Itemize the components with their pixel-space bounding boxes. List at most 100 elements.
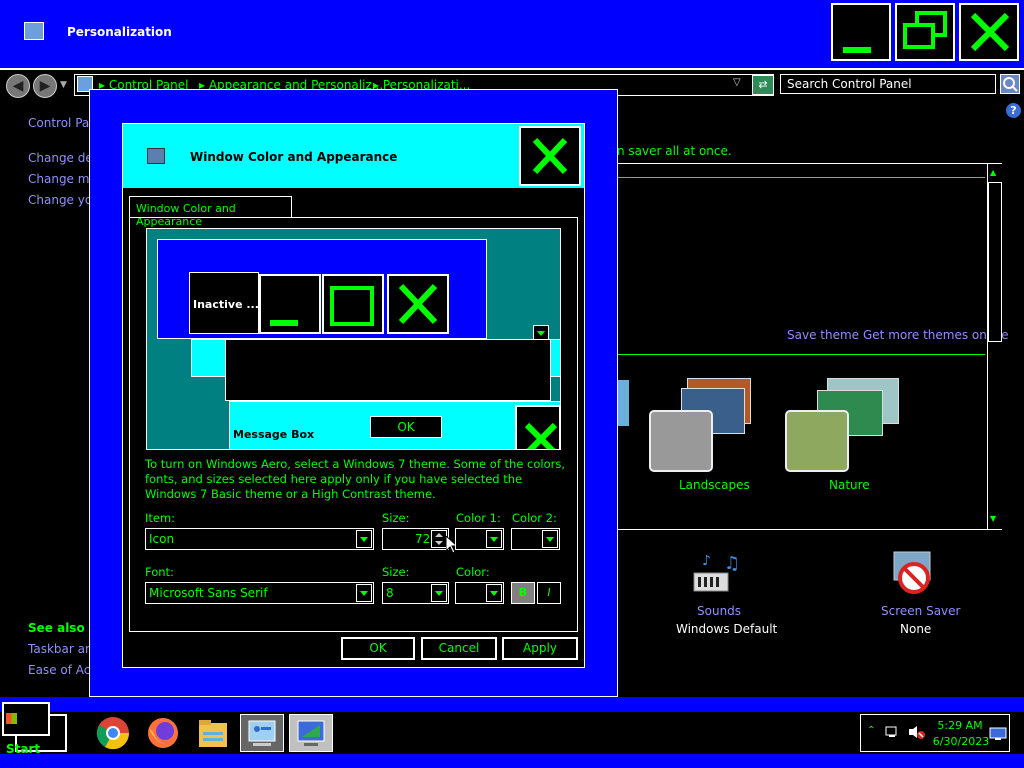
chrome-taskbar-icon[interactable] (91, 714, 135, 752)
item-select[interactable]: Icon (145, 528, 374, 550)
minimize-icon (270, 320, 298, 326)
personalization-app-icon (24, 22, 44, 40)
personalization-taskbar-icon[interactable] (289, 714, 333, 752)
address-dropdown-icon[interactable]: ▽ (733, 77, 741, 88)
recent-pages-chevron-icon[interactable]: ▼ (60, 80, 67, 90)
close-button[interactable] (959, 3, 1019, 61)
show-hidden-icons-chevron[interactable]: ⌃ (867, 725, 875, 736)
sounds-icon[interactable]: ♫ ♪ (690, 551, 742, 597)
sounds-link[interactable]: Sounds (697, 604, 741, 618)
divider (617, 354, 985, 355)
screen-saver-icon[interactable] (888, 550, 940, 600)
preview-ok-button: OK (370, 416, 442, 438)
preview-close-button (387, 274, 449, 334)
chevron-down-icon (542, 530, 558, 548)
preview-minimize-button (259, 274, 321, 334)
bold-toggle[interactable]: B (511, 582, 535, 604)
item-size-label: Size: (382, 511, 410, 525)
divider (617, 177, 985, 178)
chevron-down-icon (431, 584, 447, 602)
chevron-down-icon (486, 530, 502, 548)
tab-window-color-appearance[interactable]: Window Color and Appearance (129, 196, 292, 228)
apply-button[interactable]: Apply (502, 637, 578, 660)
refresh-button[interactable]: ⇄ (752, 75, 774, 95)
window-title: Personalization (67, 25, 172, 39)
dialog-close-button[interactable] (519, 126, 581, 186)
maximize-icon (330, 286, 374, 326)
dialog-title-bar: Window Color and Appearance (123, 124, 584, 188)
file-explorer-taskbar-icon[interactable] (191, 714, 235, 752)
system-tray: ⌃ 5:29 AM 6/30/2023 (860, 714, 1010, 752)
font-color-label: Color: (456, 565, 490, 579)
scroll-thumb[interactable] (988, 182, 1002, 342)
close-icon (398, 283, 438, 325)
ok-button[interactable]: OK (341, 637, 415, 660)
theme-thumbnail-partial (617, 380, 629, 426)
restore-icon (903, 11, 947, 49)
restore-button[interactable] (895, 3, 955, 61)
theme-landscapes[interactable] (645, 374, 765, 474)
clock-time[interactable]: 5:29 AM (933, 719, 987, 732)
spinner-arrows-icon[interactable] (431, 530, 447, 548)
clock-date[interactable]: 6/30/2023 (931, 735, 991, 748)
back-arrow-icon: ◀ (12, 78, 24, 94)
forward-button[interactable]: ▶ (33, 74, 57, 98)
preview-window-text-area (225, 339, 551, 401)
firefox-taskbar-icon[interactable] (141, 714, 185, 752)
intro-text: n saver all at once. (617, 144, 732, 158)
font-select[interactable]: Microsoft Sans Serif (145, 582, 374, 604)
aero-description: To turn on Windows Aero, select a Window… (145, 457, 566, 501)
svg-text:♫: ♫ (724, 553, 740, 574)
themes-list: Save theme Get more themes online Landsc… (616, 163, 1009, 530)
window-title-bar: Personalization (0, 0, 1024, 68)
themes-scrollbar[interactable]: ▲ ▼ (987, 164, 1002, 529)
font-color-picker[interactable] (455, 582, 504, 604)
scroll-up-icon[interactable]: ▲ (990, 168, 996, 177)
theme-name: Nature (829, 478, 870, 492)
back-button[interactable]: ◀ (6, 74, 30, 98)
windows-logo-icon (6, 713, 17, 724)
chevron-down-icon (486, 584, 502, 602)
save-theme-link[interactable]: Save theme (787, 328, 859, 342)
scroll-down-icon[interactable]: ▼ (990, 514, 996, 523)
show-desktop-icon[interactable] (989, 727, 1007, 741)
minimize-button[interactable] (831, 3, 891, 61)
svg-text:♪: ♪ (702, 553, 711, 569)
item-label: Item: (145, 511, 176, 525)
screen-saver-link[interactable]: Screen Saver (881, 604, 960, 618)
control-panel-taskbar-icon[interactable] (240, 714, 284, 752)
item-size-spinner[interactable]: 72 (382, 528, 449, 550)
see-also-heading: See also (28, 621, 85, 635)
dialog-app-icon (147, 148, 165, 164)
color2-picker[interactable] (511, 528, 560, 550)
color2-label: Color 2: (512, 511, 557, 525)
search-button[interactable] (1000, 74, 1020, 94)
color1-picker[interactable] (455, 528, 504, 550)
font-size-label: Size: (382, 565, 410, 579)
appearance-preview[interactable]: Inactive ... Message Box OK (146, 228, 561, 450)
theme-thumbnail (785, 410, 849, 472)
theme-name: Landscapes (679, 478, 750, 492)
color1-label: Color 1: (456, 511, 501, 525)
preview-message-close (515, 405, 560, 449)
refresh-icon: ⇄ (758, 78, 768, 91)
close-icon (970, 12, 1010, 52)
italic-toggle[interactable]: I (537, 582, 561, 604)
network-icon[interactable] (885, 725, 899, 739)
close-icon (532, 137, 568, 175)
theme-nature[interactable] (781, 374, 901, 474)
search-input[interactable]: Search Control Panel (780, 74, 996, 94)
close-icon (524, 422, 558, 449)
font-size-select[interactable]: 8 (382, 582, 449, 604)
theme-thumbnail (649, 410, 713, 472)
volume-muted-icon[interactable] (907, 724, 925, 740)
cancel-button[interactable]: Cancel (421, 637, 497, 660)
screen-saver-subtitle: None (900, 622, 932, 636)
chevron-down-icon (356, 584, 372, 602)
forward-arrow-icon: ▶ (39, 78, 51, 94)
preview-maximize-button (322, 274, 384, 334)
help-icon[interactable]: ? (1006, 103, 1021, 118)
chevron-down-icon (356, 530, 372, 548)
search-icon (1003, 77, 1018, 92)
start-button[interactable]: Start (2, 702, 50, 756)
